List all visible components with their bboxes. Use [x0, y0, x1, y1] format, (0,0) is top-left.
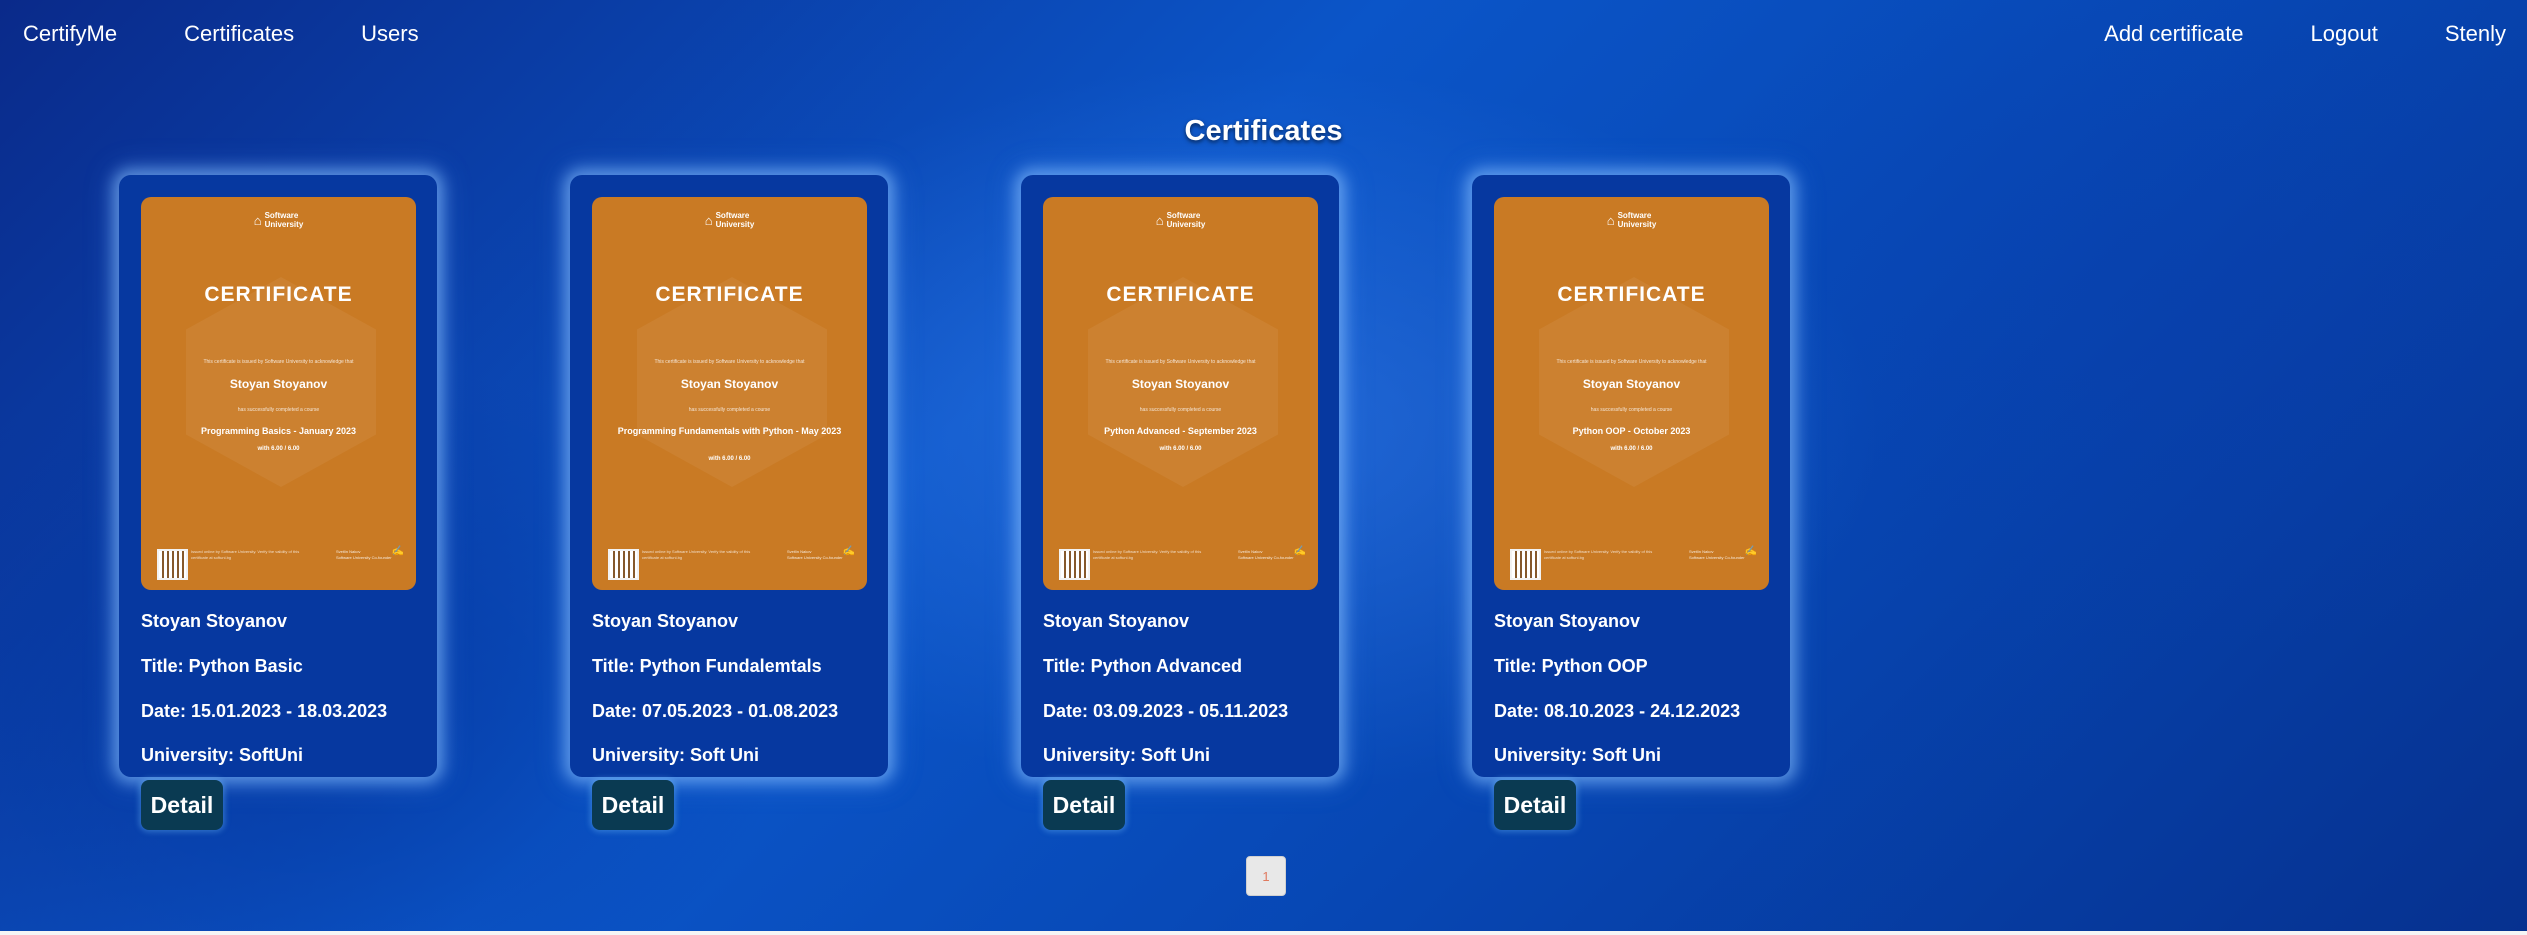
nav-left-group: CertifyMe Certificates Users: [23, 21, 486, 47]
card-date: Date: 03.09.2023 - 05.11.2023: [1043, 701, 1289, 721]
qr-code-icon: [1059, 549, 1090, 580]
certificate-image[interactable]: ⌂ Software University CERTIFICATE This cer…: [141, 197, 416, 590]
certificate-signature: Svetlin Nakov Software University Co-foun…: [1238, 546, 1306, 561]
certificate-heading: CERTIFICATE: [1557, 283, 1706, 306]
brand-link[interactable]: CertifyMe: [23, 21, 117, 47]
certificate-grade: with 6.00 / 6.00: [708, 456, 751, 462]
detail-button[interactable]: Detail: [1043, 780, 1125, 830]
certificate-recipient: Stoyan Stoyanov: [1582, 377, 1681, 391]
certificate-course: Programming Fundamentals with Python - M…: [617, 426, 842, 436]
softuni-logo-icon: ⌂: [253, 212, 262, 228]
certificate-issued-text: This certificate is issued by Software U…: [1556, 359, 1707, 365]
signature-icon: ✍: [391, 546, 404, 557]
certificate-image[interactable]: ⌂ Software University CERTIFICATE This cer…: [1043, 197, 1318, 590]
certificate-completed-text: has successfully completed a course: [688, 407, 771, 413]
signature-icon: ✍: [842, 546, 855, 557]
card-title: Title: Python Advanced: [1043, 656, 1243, 676]
softuni-logo: ⌂ Software University: [253, 211, 304, 229]
certificate-signature: Svetlin Nakov Software University Co-foun…: [1689, 546, 1757, 561]
certificate-heading: CERTIFICATE: [1106, 283, 1255, 306]
softuni-logo: ⌂ Software University: [1155, 211, 1206, 229]
card-date: Date: 07.05.2023 - 01.08.2023: [592, 701, 839, 721]
certificate-issued-text: This certificate is issued by Software U…: [654, 359, 805, 365]
softuni-logo: ⌂ Software University: [1606, 211, 1657, 229]
certificate-verify-text: Issued online by Software University. Ve…: [1093, 549, 1202, 560]
certificate-issued-text: This certificate is issued by Software U…: [203, 359, 354, 365]
pagination-page-button[interactable]: 1: [1246, 856, 1286, 896]
certificate-grade: with 6.00 / 6.00: [1610, 446, 1653, 452]
card-title: Title: Python Basic: [141, 656, 303, 676]
certificate-card: ⌂ Software University CERTIFICATE This cer…: [1472, 175, 1790, 777]
certificate-heading: CERTIFICATE: [204, 283, 353, 306]
signature-icon: ✍: [1744, 546, 1757, 557]
detail-button[interactable]: Detail: [141, 780, 223, 830]
certificate-image[interactable]: ⌂ Software University CERTIFICATE This cer…: [1494, 197, 1769, 590]
bottom-divider: [0, 931, 2527, 935]
signature-icon: ✍: [1293, 546, 1306, 557]
certificate-image[interactable]: ⌂ Software University CERTIFICATE This cer…: [592, 197, 867, 590]
user-profile-link[interactable]: Stenly: [2445, 21, 2506, 47]
top-navbar: CertifyMe Certificates Users Add certifi…: [0, 0, 2527, 72]
certificate-course: Python OOP - October 2023: [1572, 426, 1691, 436]
certificate-verify-text: Issued online by Software University. Ve…: [642, 549, 751, 560]
softuni-logo-icon: ⌂: [1606, 212, 1615, 228]
nav-users-link[interactable]: Users: [361, 21, 418, 47]
card-owner: Stoyan Stoyanov: [1494, 611, 1641, 631]
add-certificate-link[interactable]: Add certificate: [2104, 21, 2243, 47]
softuni-logo-icon: ⌂: [704, 212, 713, 228]
certificate-card: ⌂ Software University CERTIFICATE This cer…: [119, 175, 437, 777]
card-date: Date: 15.01.2023 - 18.03.2023: [141, 701, 388, 721]
card-title: Title: Python OOP: [1494, 656, 1648, 676]
certificate-card: ⌂ Software University CERTIFICATE This cer…: [570, 175, 888, 777]
page-title: Certificates: [1184, 115, 1343, 147]
softuni-logo-icon: ⌂: [1155, 212, 1164, 228]
card-date: Date: 08.10.2023 - 24.12.2023: [1494, 701, 1741, 721]
card-owner: Stoyan Stoyanov: [592, 611, 739, 631]
certificate-recipient: Stoyan Stoyanov: [229, 377, 328, 391]
certificate-recipient: Stoyan Stoyanov: [1131, 377, 1230, 391]
qr-code-icon: [1510, 549, 1541, 580]
card-university: University: Soft Uni: [1494, 745, 1662, 765]
certificate-issued-text: This certificate is issued by Software U…: [1105, 359, 1256, 365]
card-university: University: Soft Uni: [1043, 745, 1211, 765]
certificate-verify-text: Issued online by Software University. Ve…: [191, 549, 300, 560]
certificate-completed-text: has successfully completed a course: [1139, 407, 1222, 413]
card-university: University: Soft Uni: [592, 745, 760, 765]
certificate-course: Python Advanced - September 2023: [1104, 426, 1257, 436]
card-title: Title: Python Fundalemtals: [592, 656, 822, 676]
certificate-completed-text: has successfully completed a course: [1590, 407, 1673, 413]
certificate-recipient: Stoyan Stoyanov: [680, 377, 779, 391]
detail-button[interactable]: Detail: [1494, 780, 1576, 830]
certificate-grade: with 6.00 / 6.00: [257, 446, 300, 452]
certificate-card: ⌂ Software University CERTIFICATE This cer…: [1021, 175, 1339, 777]
logout-link[interactable]: Logout: [2311, 21, 2378, 47]
certificate-verify-text: Issued online by Software University. Ve…: [1544, 549, 1653, 560]
certificate-grade: with 6.00 / 6.00: [1159, 446, 1202, 452]
certificate-course: Programming Basics - January 2023: [200, 426, 357, 436]
certificate-completed-text: has successfully completed a course: [237, 407, 320, 413]
qr-code-icon: [157, 549, 188, 580]
certificate-signature: Svetlin Nakov Software University Co-foun…: [787, 546, 855, 561]
detail-button[interactable]: Detail: [592, 780, 674, 830]
card-university: University: SoftUni: [141, 745, 304, 765]
certificate-signature: Svetlin Nakov Software University Co-foun…: [336, 546, 404, 561]
softuni-logo: ⌂ Software University: [704, 211, 755, 229]
nav-certificates-link[interactable]: Certificates: [184, 21, 294, 47]
nav-right-group: Add certificate Logout Stenly: [2104, 21, 2506, 47]
qr-code-icon: [608, 549, 639, 580]
certificate-heading: CERTIFICATE: [655, 283, 804, 306]
card-owner: Stoyan Stoyanov: [1043, 611, 1190, 631]
card-owner: Stoyan Stoyanov: [141, 611, 288, 631]
